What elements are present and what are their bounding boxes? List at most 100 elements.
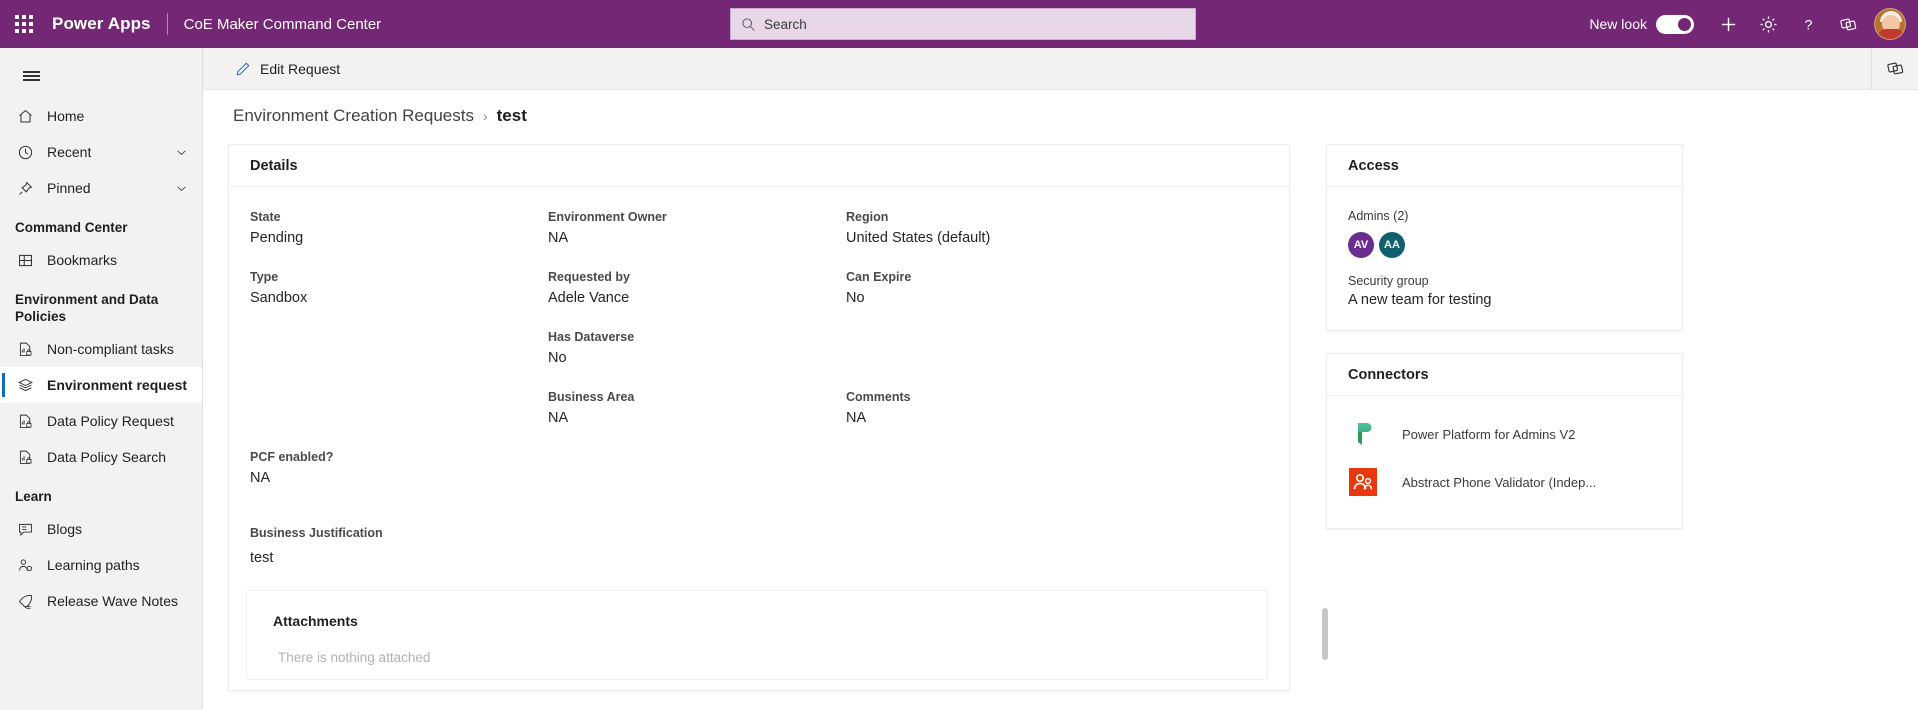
field-label: Requested by bbox=[548, 270, 630, 284]
field-requested-by: Requested by Adele Vance bbox=[548, 269, 846, 308]
sidebar-item-home[interactable]: Home bbox=[0, 98, 202, 134]
app-launcher-icon[interactable] bbox=[0, 0, 48, 48]
attachments-empty-message: There is nothing attached bbox=[278, 650, 431, 665]
header-divider bbox=[166, 13, 168, 35]
field-value: United States (default) bbox=[846, 230, 991, 246]
command-bar-right bbox=[1871, 47, 1918, 90]
breadcrumb-current: test bbox=[496, 106, 527, 125]
sidebar-label: Data Policy Request bbox=[47, 413, 174, 429]
security-group-label: Security group bbox=[1348, 274, 1429, 288]
sidebar-label: Data Policy Search bbox=[47, 449, 167, 465]
sidebar-label: Non-compliant tasks bbox=[47, 341, 174, 357]
sidebar-item-pinned[interactable]: Pinned bbox=[0, 170, 202, 206]
admins-avatar-group: AV AA bbox=[1348, 232, 1661, 258]
sidebar-label: Blogs bbox=[47, 521, 83, 537]
feedback-cards-icon bbox=[1886, 62, 1903, 75]
chevron-down-icon[interactable] bbox=[175, 146, 188, 159]
field-value: No bbox=[548, 350, 567, 366]
field-value: NA bbox=[548, 230, 569, 246]
field-comments: Comments NA bbox=[846, 389, 1289, 428]
app-header: Power Apps CoE Maker Command Center New … bbox=[0, 0, 1918, 48]
sidebar-group-title: Environment and Data Policies bbox=[15, 292, 159, 324]
field-label: Region bbox=[846, 210, 889, 224]
field-can-expire: Can Expire No bbox=[846, 269, 1289, 308]
person-path-icon bbox=[15, 555, 35, 575]
feedback-cards-button[interactable] bbox=[1872, 48, 1918, 90]
details-card-title: Details bbox=[229, 145, 1289, 187]
bookmark-grid-icon bbox=[15, 250, 35, 270]
connector-row[interactable]: Power Platform for Admins V2 bbox=[1327, 410, 1682, 458]
clock-icon bbox=[15, 142, 35, 162]
sidebar-label: Bookmarks bbox=[47, 252, 118, 268]
details-card-body: State Pending Environment Owner NA Regio… bbox=[229, 187, 1289, 690]
breadcrumb-separator-icon: › bbox=[482, 108, 488, 124]
new-button[interactable] bbox=[1708, 0, 1748, 48]
connectors-card: Connectors Power Platform for Admins V2 … bbox=[1326, 353, 1683, 529]
blog-icon bbox=[15, 519, 35, 539]
attachments-title: Attachments bbox=[273, 613, 358, 629]
report-lock-icon bbox=[15, 411, 35, 431]
edit-request-button[interactable]: Edit Request bbox=[223, 48, 352, 90]
sidebar-item-data-policy-request[interactable]: Data Policy Request bbox=[0, 403, 202, 439]
security-group-value: A new team for testing bbox=[1348, 292, 1492, 308]
field-value: NA bbox=[548, 410, 569, 426]
field-pcf-enabled: PCF enabled? NA bbox=[250, 449, 548, 488]
layers-icon bbox=[15, 375, 35, 395]
field-label: Has Dataverse bbox=[548, 330, 635, 344]
connector-name: Power Platform for Admins V2 bbox=[1402, 426, 1576, 442]
field-value: Sandbox bbox=[250, 290, 308, 306]
attachments-card: Attachments There is nothing attached bbox=[246, 590, 1268, 680]
sitemap-toggle-button[interactable] bbox=[9, 54, 53, 98]
sidebar-item-blogs[interactable]: Blogs bbox=[0, 511, 202, 547]
sidebar-item-data-policy-search[interactable]: Data Policy Search bbox=[0, 439, 202, 475]
right-column: Access Admins (2) AV AA Security group A… bbox=[1326, 144, 1683, 529]
chevron-down-icon[interactable] bbox=[175, 182, 188, 195]
field-label: Environment Owner bbox=[548, 210, 667, 224]
sidebar: Home Recent Pinned Command Center Bookma… bbox=[0, 48, 203, 710]
report-lock-icon bbox=[15, 447, 35, 467]
access-card: Access Admins (2) AV AA Security group A… bbox=[1326, 144, 1683, 331]
field-label: PCF enabled? bbox=[250, 450, 334, 464]
user-avatar[interactable] bbox=[1874, 8, 1906, 40]
content-columns: Details State Pending Environment Owner … bbox=[203, 126, 1918, 691]
field-value: NA bbox=[846, 410, 867, 426]
sidebar-item-bookmarks[interactable]: Bookmarks bbox=[0, 242, 202, 278]
page-body: Environment Creation Requests › test Det… bbox=[203, 90, 1918, 710]
edit-request-label: Edit Request bbox=[260, 60, 341, 77]
help-icon: ? bbox=[1804, 17, 1812, 33]
app-title[interactable]: CoE Maker Command Center bbox=[184, 16, 382, 33]
sidebar-item-non-compliant-tasks[interactable]: Non-compliant tasks bbox=[0, 331, 202, 367]
access-card-body: Admins (2) AV AA Security group A new te… bbox=[1327, 187, 1682, 330]
connector-name: Abstract Phone Validator (Indep... bbox=[1402, 474, 1597, 490]
settings-button[interactable] bbox=[1748, 0, 1788, 48]
field-label: Business Justification bbox=[250, 526, 383, 540]
sidebar-item-recent[interactable]: Recent bbox=[0, 134, 202, 170]
brand-title[interactable]: Power Apps bbox=[52, 14, 151, 34]
sidebar-item-learning-paths[interactable]: Learning paths bbox=[0, 547, 202, 583]
field-business-area: Business Area NA bbox=[548, 389, 846, 428]
gear-icon bbox=[1760, 16, 1776, 32]
search-icon bbox=[742, 17, 755, 31]
breadcrumb-parent[interactable]: Environment Creation Requests bbox=[233, 106, 474, 126]
feedback-button[interactable] bbox=[1828, 0, 1868, 48]
field-value: No bbox=[846, 290, 865, 306]
search-input[interactable] bbox=[764, 16, 1173, 32]
connector-row[interactable]: Abstract Phone Validator (Indep... bbox=[1327, 458, 1682, 506]
sidebar-label: Recent bbox=[47, 144, 92, 160]
sidebar-label: Home bbox=[47, 108, 85, 124]
field-region: Region United States (default) bbox=[846, 209, 1289, 248]
sidebar-item-environment-request[interactable]: Environment request bbox=[0, 367, 202, 403]
help-button[interactable]: ? bbox=[1788, 0, 1828, 48]
field-has-dataverse: Has Dataverse No bbox=[548, 329, 846, 368]
new-look-toggle[interactable] bbox=[1656, 14, 1694, 34]
connectors-card-title: Connectors bbox=[1327, 354, 1682, 396]
sidebar-group-title: Learn bbox=[15, 489, 52, 504]
sidebar-item-release-wave-notes[interactable]: Release Wave Notes bbox=[0, 583, 202, 619]
header-actions: New look ? bbox=[1589, 0, 1918, 48]
global-search[interactable] bbox=[730, 8, 1196, 40]
field-type: Type Sandbox bbox=[250, 269, 548, 308]
details-scrollbar-thumb[interactable] bbox=[1322, 608, 1328, 660]
avatar[interactable]: AA bbox=[1379, 232, 1405, 258]
field-label: Comments bbox=[846, 390, 911, 404]
avatar[interactable]: AV bbox=[1348, 232, 1374, 258]
